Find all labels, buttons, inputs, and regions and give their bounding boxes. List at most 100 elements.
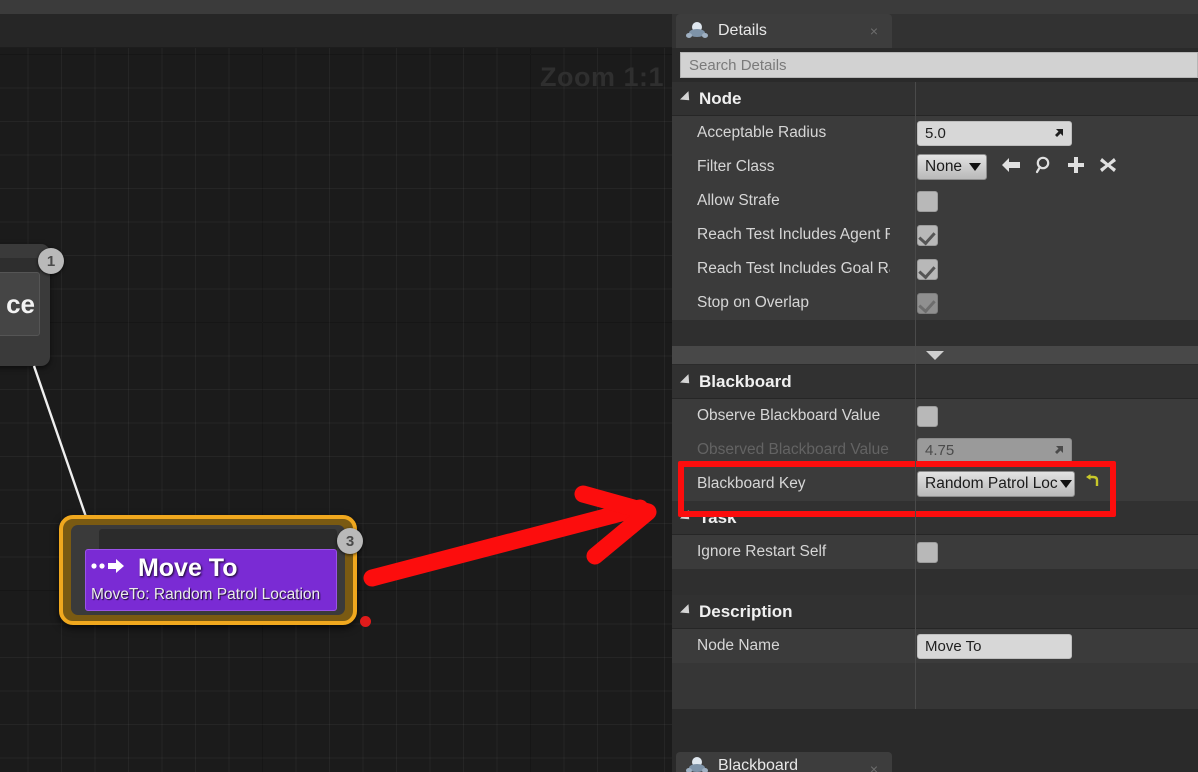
tab-details-label: Details xyxy=(718,22,767,40)
acceptable-radius-input[interactable]: 5.0 xyxy=(917,121,1072,146)
move-to-node-index-badge: 3 xyxy=(337,528,363,554)
property-row-observed-value-tolerance: Observed Blackboard Value Tol 4.75 xyxy=(672,433,1198,467)
blackboard-tab-icon xyxy=(686,757,708,772)
property-row-stop-on-overlap: Stop on Overlap xyxy=(672,286,1198,320)
property-label: Acceptable Radius xyxy=(672,124,890,142)
move-to-node-title: Move To xyxy=(138,554,238,582)
property-value xyxy=(916,286,1198,320)
category-header-description[interactable]: Description xyxy=(672,595,1198,629)
property-value xyxy=(916,184,1198,218)
property-value: 4.75 xyxy=(916,433,1198,467)
filter-class-dropdown[interactable]: None xyxy=(917,154,987,180)
category-header-task[interactable]: Task xyxy=(672,501,1198,535)
category-label: Blackboard xyxy=(699,372,792,392)
reach-test-agent-radius-checkbox[interactable] xyxy=(917,225,938,246)
chevron-down-icon xyxy=(680,604,693,617)
property-row-acceptable-radius: Acceptable Radius 5.0 xyxy=(672,116,1198,150)
category-header-node[interactable]: Node xyxy=(672,82,1198,116)
details-tabstrip: Details × xyxy=(672,14,1198,48)
node-connection-wire xyxy=(0,48,672,772)
behavior-tree-graph-canvas[interactable]: Zoom 1:1 ce 1 xyxy=(0,48,672,772)
chevron-down-icon xyxy=(1060,480,1072,488)
tab-blackboard[interactable]: Blackboard × xyxy=(676,752,892,772)
node-name-input[interactable]: Move To xyxy=(917,634,1072,659)
property-row-reach-test-goal-radius: Reach Test Includes Goal Radiu xyxy=(672,252,1198,286)
allow-strafe-checkbox[interactable] xyxy=(917,191,938,212)
property-label: Observe Blackboard Value xyxy=(672,407,890,425)
move-to-arrow-icon xyxy=(91,551,125,582)
browse-icon[interactable] xyxy=(1035,156,1053,179)
window-top-strip xyxy=(0,0,1198,14)
node-output-pin[interactable] xyxy=(360,616,371,627)
property-value xyxy=(916,535,1198,569)
property-label: Reach Test Includes Goal Radiu xyxy=(672,260,890,278)
bottom-tabstrip: Blackboard × xyxy=(672,746,1198,772)
show-advanced-toggle[interactable] xyxy=(672,346,1198,365)
acceptable-radius-value: 5.0 xyxy=(925,125,946,142)
property-label: Reach Test Includes Agent Radi xyxy=(672,226,890,244)
search-input[interactable] xyxy=(680,52,1198,78)
drag-handle-icon xyxy=(1052,444,1064,456)
property-value xyxy=(916,218,1198,252)
category-label: Node xyxy=(699,89,742,109)
filter-class-value: None xyxy=(925,158,962,176)
tab-blackboard-label: Blackboard xyxy=(718,757,798,772)
property-value: Move To xyxy=(916,629,1198,663)
blackboard-key-dropdown[interactable]: Random Patrol Loc xyxy=(917,471,1075,497)
app-root: Zoom 1:1 ce 1 xyxy=(0,0,1198,772)
clear-icon[interactable] xyxy=(1099,156,1117,179)
property-label: Blackboard Key xyxy=(672,475,890,493)
property-row-allow-strafe: Allow Strafe xyxy=(672,184,1198,218)
chevron-down-icon xyxy=(680,374,693,387)
tab-details[interactable]: Details × xyxy=(676,14,892,48)
blackboard-key-value: Random Patrol Loc xyxy=(925,475,1058,493)
ignore-restart-self-checkbox[interactable] xyxy=(917,542,938,563)
property-label: Ignore Restart Self xyxy=(672,543,890,561)
category-label: Description xyxy=(699,602,793,622)
use-selected-icon[interactable] xyxy=(1001,157,1021,178)
graph-toolbar-band xyxy=(0,14,672,48)
property-list: Node Acceptable Radius 5.0 Fi xyxy=(672,82,1198,709)
property-value: Random Patrol Loc xyxy=(916,467,1198,501)
move-to-node-subtitle: MoveTo: Random Patrol Location xyxy=(91,584,332,606)
parent-node-index-badge: 1 xyxy=(38,248,64,274)
chevron-down-icon xyxy=(680,510,693,523)
chevron-down-icon xyxy=(969,163,981,171)
property-row-reach-test-agent-radius: Reach Test Includes Agent Radi xyxy=(672,218,1198,252)
details-panel: Details × Node Acceptable Radius 5.0 xyxy=(672,14,1198,772)
close-icon[interactable]: × xyxy=(870,23,878,39)
stop-on-overlap-checkbox xyxy=(917,293,938,314)
close-icon[interactable]: × xyxy=(870,761,878,772)
property-row-blackboard-key: Blackboard Key Random Patrol Loc xyxy=(672,467,1198,501)
observed-value-tolerance-value: 4.75 xyxy=(925,442,954,459)
parent-node-label: ce xyxy=(0,272,40,336)
blackboard-tab-icon xyxy=(686,22,708,40)
new-asset-icon[interactable] xyxy=(1067,156,1085,179)
category-header-blackboard[interactable]: Blackboard xyxy=(672,365,1198,399)
move-to-node-inner: Move To MoveTo: Random Patrol Location xyxy=(71,525,345,615)
category-label: Task xyxy=(699,508,737,528)
property-label: Node Name xyxy=(672,637,890,655)
search-row xyxy=(672,48,1198,82)
chevron-down-icon xyxy=(926,351,944,360)
property-row-ignore-restart-self: Ignore Restart Self xyxy=(672,535,1198,569)
drag-handle-icon[interactable] xyxy=(1052,127,1064,139)
property-row-filter-class: Filter Class None xyxy=(672,150,1198,184)
reset-to-default-icon[interactable] xyxy=(1084,473,1101,495)
zoom-level-label: Zoom 1:1 xyxy=(540,62,664,93)
move-to-node-title-line: Move To xyxy=(91,551,332,584)
reach-test-goal-radius-checkbox[interactable] xyxy=(917,259,938,280)
observe-blackboard-value-checkbox[interactable] xyxy=(917,406,938,427)
property-row-observe-blackboard-value: Observe Blackboard Value xyxy=(672,399,1198,433)
chevron-down-icon xyxy=(680,91,693,104)
move-to-node-body[interactable]: Move To MoveTo: Random Patrol Location xyxy=(85,549,337,611)
property-label: Allow Strafe xyxy=(672,192,890,210)
property-value xyxy=(916,252,1198,286)
category-spacer xyxy=(672,569,1198,595)
node-name-value: Move To xyxy=(925,638,981,655)
graph-node-move-to[interactable]: Move To MoveTo: Random Patrol Location xyxy=(59,515,357,625)
property-value: None xyxy=(916,150,1198,184)
property-value: 5.0 xyxy=(916,116,1198,150)
property-label: Observed Blackboard Value Tol xyxy=(672,441,890,459)
property-list-tail xyxy=(672,663,1198,709)
